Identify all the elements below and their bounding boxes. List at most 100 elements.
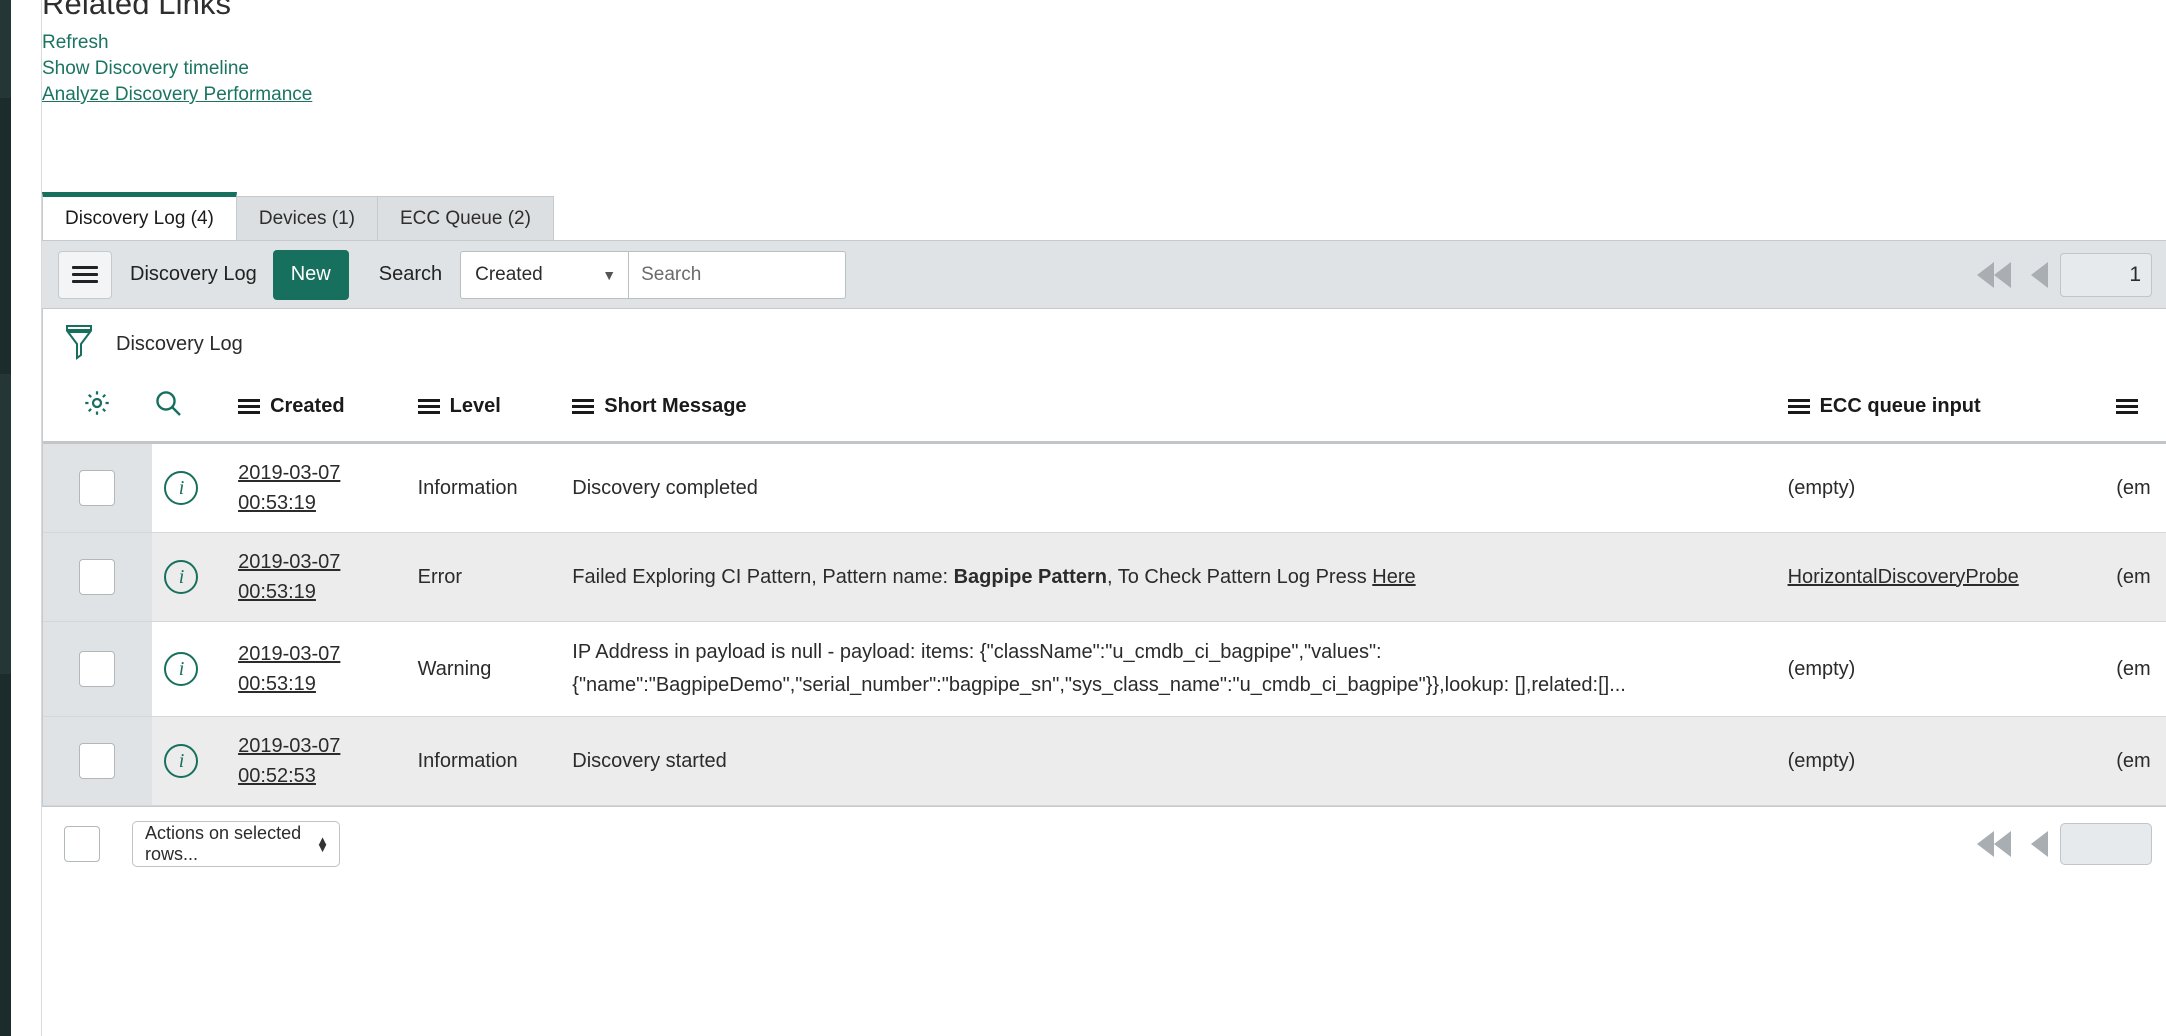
info-icon[interactable]: i bbox=[164, 471, 199, 505]
related-link-refresh[interactable]: Refresh bbox=[42, 30, 312, 56]
message-text: Failed Exploring CI Pattern, Pattern nam… bbox=[572, 565, 954, 588]
page-number-input[interactable] bbox=[2060, 822, 2152, 865]
cell-created: 2019-03-07 00:52:53 bbox=[238, 717, 418, 806]
first-page-button[interactable] bbox=[1977, 830, 2011, 857]
column-menu-icon[interactable] bbox=[417, 396, 440, 417]
select-all-cell[interactable] bbox=[42, 807, 122, 880]
cell-truncated: (em bbox=[2116, 622, 2166, 717]
table-head: Created Level Short Message ECC queue in… bbox=[42, 379, 2166, 444]
top-pagination bbox=[1977, 252, 2152, 297]
table-row[interactable]: i 2019-03-07 00:53:19 Error Failed Explo… bbox=[42, 532, 2166, 622]
row-checkbox[interactable] bbox=[79, 743, 116, 779]
column-header-level-label: Level bbox=[449, 394, 501, 417]
column-header-ecc-queue-input-label: ECC queue input bbox=[1819, 394, 1981, 417]
tab-devices[interactable]: Devices (1) bbox=[236, 196, 378, 240]
ecc-queue-input-value: (empty) bbox=[1787, 476, 1856, 499]
row-checkbox[interactable] bbox=[79, 651, 116, 687]
filter-breadcrumb-row: Discovery Log bbox=[42, 309, 2166, 379]
level-value: Information bbox=[417, 749, 518, 772]
created-time-link[interactable]: 00:53:19 bbox=[238, 488, 316, 518]
main-content: Related Links Refresh Show Discovery tim… bbox=[42, 0, 2166, 1036]
related-links-list: Refresh Show Discovery timeline Analyze … bbox=[42, 30, 312, 108]
page-number-input[interactable] bbox=[2060, 252, 2152, 297]
cell-ecc-queue-input: HorizontalDiscoveryProbe bbox=[1788, 533, 2117, 622]
tab-discovery-log-label: Discovery Log (4) bbox=[65, 207, 214, 229]
cell-created: 2019-03-07 00:53:19 bbox=[238, 443, 418, 533]
row-checkbox[interactable] bbox=[79, 559, 116, 595]
cell-level: Warning bbox=[418, 622, 573, 717]
actions-on-selected-rows-select[interactable]: Actions on selected rows... ▲ ▼ bbox=[132, 820, 340, 867]
previous-page-button[interactable] bbox=[2031, 261, 2048, 288]
row-select-cell[interactable] bbox=[42, 621, 153, 717]
magnifier-icon[interactable] bbox=[152, 387, 184, 425]
tab-discovery-log[interactable]: Discovery Log (4) bbox=[42, 192, 237, 240]
created-date-link[interactable]: 2019-03-07 bbox=[238, 458, 340, 488]
column-header-short-message-label: Short Message bbox=[604, 394, 747, 417]
related-link-show-discovery-timeline[interactable]: Show Discovery timeline bbox=[42, 56, 312, 82]
column-header-level[interactable]: Level bbox=[417, 379, 573, 444]
discovery-log-page: Related Links Refresh Show Discovery tim… bbox=[0, 0, 2166, 1036]
table-row[interactable]: i 2019-03-07 00:52:53 Information Discov… bbox=[42, 716, 2166, 806]
bottom-pagination bbox=[1977, 822, 2152, 865]
table-row[interactable]: i 2019-03-07 00:53:19 Warning IP Address… bbox=[42, 621, 2166, 717]
created-date-link[interactable]: 2019-03-07 bbox=[238, 731, 340, 761]
row-select-cell[interactable] bbox=[42, 716, 153, 806]
cell-level: Information bbox=[418, 443, 573, 533]
search-input[interactable] bbox=[628, 250, 847, 299]
tab-devices-label: Devices (1) bbox=[258, 207, 355, 229]
column-header-ecc-queue-input[interactable]: ECC queue input bbox=[1787, 379, 2117, 444]
column-menu-icon[interactable] bbox=[2116, 396, 2139, 417]
info-icon[interactable]: i bbox=[164, 652, 199, 686]
column-header-created[interactable]: Created bbox=[238, 379, 418, 444]
created-date-link[interactable]: 2019-03-07 bbox=[238, 547, 340, 577]
row-info-cell: i bbox=[152, 717, 238, 806]
first-page-button[interactable] bbox=[1977, 261, 2011, 288]
created-time-link[interactable]: 00:53:19 bbox=[238, 669, 316, 699]
cell-truncated: (em bbox=[2116, 533, 2166, 622]
row-select-cell[interactable] bbox=[42, 532, 153, 622]
search-label: Search bbox=[378, 263, 443, 285]
column-header-search[interactable] bbox=[152, 379, 239, 444]
gear-icon[interactable] bbox=[82, 388, 112, 424]
column-menu-icon[interactable] bbox=[238, 396, 261, 417]
tab-ecc-queue[interactable]: ECC Queue (2) bbox=[377, 196, 554, 240]
chevron-down-icon: ▼ bbox=[602, 266, 617, 283]
info-icon[interactable]: i bbox=[164, 560, 199, 594]
related-link-analyze-discovery-performance[interactable]: Analyze Discovery Performance bbox=[42, 82, 312, 108]
cell-short-message: Failed Exploring CI Pattern, Pattern nam… bbox=[572, 533, 1787, 622]
ecc-queue-input-link[interactable]: HorizontalDiscoveryProbe bbox=[1788, 566, 2019, 588]
row-select-cell[interactable] bbox=[42, 442, 153, 533]
row-info-cell: i bbox=[152, 533, 238, 622]
hamburger-icon[interactable] bbox=[58, 250, 112, 299]
info-icon[interactable]: i bbox=[164, 744, 199, 778]
message-text: IP Address in payload is null - payload:… bbox=[572, 641, 1626, 696]
message-here-link[interactable]: Here bbox=[1372, 566, 1415, 588]
column-header-short-message[interactable]: Short Message bbox=[572, 379, 1788, 444]
row-checkbox[interactable] bbox=[79, 470, 116, 506]
search-field-select[interactable]: Created ▼ bbox=[460, 250, 629, 299]
created-time-link[interactable]: 00:53:19 bbox=[238, 577, 316, 607]
column-header-settings[interactable] bbox=[42, 379, 153, 444]
cell-level: Error bbox=[418, 533, 573, 622]
created-time-link[interactable]: 00:52:53 bbox=[238, 761, 316, 791]
panel-left-border bbox=[42, 241, 43, 880]
level-value: Warning bbox=[417, 657, 492, 680]
search-field-value: Created bbox=[475, 263, 543, 285]
funnel-icon[interactable] bbox=[64, 322, 94, 367]
created-date-link[interactable]: 2019-03-07 bbox=[238, 639, 340, 669]
new-button[interactable]: New bbox=[272, 249, 349, 300]
cell-short-message: Discovery completed bbox=[572, 443, 1787, 533]
cell-ecc-queue-input: (empty) bbox=[1788, 622, 2117, 717]
previous-page-button[interactable] bbox=[2031, 830, 2048, 857]
column-header-created-label: Created bbox=[270, 394, 345, 417]
column-menu-icon[interactable] bbox=[572, 396, 595, 417]
cell-truncated: (em bbox=[2116, 717, 2166, 806]
column-header-truncated[interactable] bbox=[2116, 379, 2166, 444]
cell-short-message: IP Address in payload is null - payload:… bbox=[572, 622, 1787, 717]
cell-created: 2019-03-07 00:53:19 bbox=[238, 622, 418, 717]
table-row[interactable]: i 2019-03-07 00:53:19 Information Discov… bbox=[42, 442, 2166, 533]
search-group: Created ▼ bbox=[460, 250, 847, 299]
select-all-checkbox[interactable] bbox=[64, 825, 100, 862]
message-text: Discovery started bbox=[572, 749, 727, 772]
column-menu-icon[interactable] bbox=[1787, 396, 1810, 417]
